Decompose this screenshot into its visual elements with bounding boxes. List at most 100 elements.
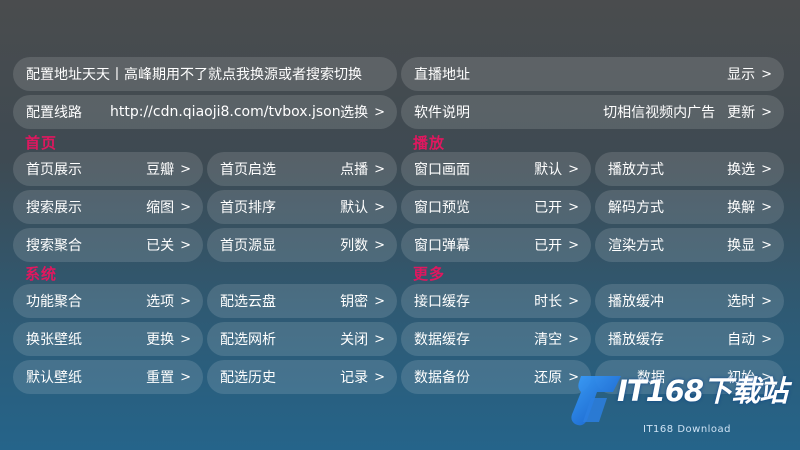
default-wallpaper-label: 默认壁纸 [26, 370, 82, 386]
section-home-title: 首页 [25, 134, 58, 152]
decode-mode-row[interactable]: 解码方式 换解 > [595, 190, 784, 224]
chevron-right-icon: > [180, 199, 191, 215]
play-cache-value: 自动 [727, 332, 756, 348]
home-display-label: 首页展示 [26, 162, 82, 178]
window-screen-value: 默认 [534, 162, 563, 178]
chevron-right-icon: > [761, 199, 772, 215]
watermark-sub: IT168 Download [643, 424, 732, 435]
change-wallpaper-row[interactable]: 换张壁纸 更换 > [13, 322, 203, 356]
section-playback-title: 播放 [413, 134, 446, 152]
live-address-row[interactable]: 直播地址 显示 > [401, 57, 784, 91]
feature-aggregate-value: 选项 [146, 294, 175, 310]
data-cache-label: 数据缓存 [414, 332, 470, 348]
feature-aggregate-label: 功能聚合 [26, 294, 82, 310]
chevron-right-icon: > [761, 104, 772, 120]
search-aggregate-label: 搜索聚合 [26, 238, 82, 254]
net-parse-row[interactable]: 配选网析 关闭 > [207, 322, 397, 356]
config-address-row[interactable]: 配置地址天天丨高峰期用不了就点我换源或者搜索切换 [13, 57, 397, 91]
play-cache-label: 播放缓存 [608, 332, 664, 348]
chevron-right-icon: > [374, 161, 385, 177]
chevron-right-icon: > [180, 293, 191, 309]
home-display-row[interactable]: 首页展示 豆瓣 > [13, 152, 203, 186]
play-mode-label: 播放方式 [608, 162, 664, 178]
decode-mode-label: 解码方式 [608, 200, 664, 216]
play-buffer-row[interactable]: 播放缓冲 选时 > [595, 284, 784, 318]
config-history-row[interactable]: 配选历史 记录 > [207, 360, 397, 394]
home-sort-label: 首页排序 [220, 200, 276, 216]
home-start-value: 点播 [340, 162, 369, 178]
chevron-right-icon: > [180, 237, 191, 253]
software-info-row[interactable]: 软件说明 切相信视频内广告 更新 > [401, 95, 784, 129]
play-buffer-label: 播放缓冲 [608, 294, 664, 310]
home-start-label: 首页启选 [220, 162, 276, 178]
chevron-right-icon: > [180, 161, 191, 177]
search-aggregate-value: 已关 [146, 238, 175, 254]
window-danmaku-label: 窗口弹幕 [414, 238, 470, 254]
feature-aggregate-row[interactable]: 功能聚合 选项 > [13, 284, 203, 318]
chevron-right-icon: > [761, 237, 772, 253]
data-backup-row[interactable]: 数据备份 还原 > [401, 360, 591, 394]
config-address-label: 配置地址天天丨高峰期用不了就点我换源或者搜索切换 [26, 67, 362, 83]
section-system-title: 系统 [25, 265, 58, 283]
chevron-right-icon: > [761, 161, 772, 177]
watermark: IT168下载站 IT168 Download [567, 366, 797, 442]
live-address-label: 直播地址 [414, 67, 470, 83]
window-preview-value: 已开 [534, 200, 563, 216]
window-screen-label: 窗口画面 [414, 162, 470, 178]
config-line-label: 配置线路 [26, 105, 82, 121]
home-sort-row[interactable]: 首页排序 默认 > [207, 190, 397, 224]
search-aggregate-row[interactable]: 搜索聚合 已关 > [13, 228, 203, 262]
chevron-right-icon: > [761, 66, 772, 82]
change-wallpaper-label: 换张壁纸 [26, 332, 82, 348]
decode-mode-value: 换解 [727, 200, 756, 216]
chevron-right-icon: > [568, 331, 579, 347]
config-history-value: 记录 [340, 370, 369, 386]
software-info-value: 更新 [727, 105, 756, 121]
home-display-value: 豆瓣 [146, 162, 175, 178]
config-line-row[interactable]: 配置线路 http://cdn.qiaoji8.com/tvbox.json 选… [13, 95, 397, 129]
window-screen-row[interactable]: 窗口画面 默认 > [401, 152, 591, 186]
search-display-label: 搜索展示 [26, 200, 82, 216]
chevron-right-icon: > [568, 293, 579, 309]
play-buffer-value: 选时 [727, 294, 756, 310]
home-source-value: 列数 [340, 238, 369, 254]
change-wallpaper-value: 更换 [146, 332, 175, 348]
software-info-label: 软件说明 [414, 105, 470, 121]
home-start-row[interactable]: 首页启选 点播 > [207, 152, 397, 186]
cloud-drive-value: 钥密 [340, 294, 369, 310]
search-display-value: 缩图 [146, 200, 175, 216]
window-preview-row[interactable]: 窗口预览 已开 > [401, 190, 591, 224]
window-danmaku-value: 已开 [534, 238, 563, 254]
play-mode-row[interactable]: 播放方式 换选 > [595, 152, 784, 186]
chevron-right-icon: > [761, 331, 772, 347]
data-cache-value: 清空 [534, 332, 563, 348]
chevron-right-icon: > [374, 199, 385, 215]
config-line-value: 选换 [340, 105, 369, 121]
cloud-drive-row[interactable]: 配选云盘 钥密 > [207, 284, 397, 318]
cloud-drive-label: 配选云盘 [220, 294, 276, 310]
chevron-right-icon: > [568, 199, 579, 215]
data-backup-value: 还原 [534, 370, 563, 386]
api-cache-value: 时长 [534, 294, 563, 310]
api-cache-label: 接口缓存 [414, 294, 470, 310]
render-mode-row[interactable]: 渲染方式 换显 > [595, 228, 784, 262]
section-more-title: 更多 [413, 265, 446, 283]
default-wallpaper-row[interactable]: 默认壁纸 重置 > [13, 360, 203, 394]
render-mode-value: 换显 [727, 238, 756, 254]
chevron-right-icon: > [180, 369, 191, 385]
play-cache-row[interactable]: 播放缓存 自动 > [595, 322, 784, 356]
default-wallpaper-value: 重置 [146, 370, 175, 386]
config-line-url: http://cdn.qiaoji8.com/tvbox.json [110, 104, 341, 120]
home-source-row[interactable]: 首页源显 列数 > [207, 228, 397, 262]
chevron-right-icon: > [374, 293, 385, 309]
chevron-right-icon: > [374, 237, 385, 253]
render-mode-label: 渲染方式 [608, 238, 664, 254]
api-cache-row[interactable]: 接口缓存 时长 > [401, 284, 591, 318]
search-display-row[interactable]: 搜索展示 缩图 > [13, 190, 203, 224]
data-cache-row[interactable]: 数据缓存 清空 > [401, 322, 591, 356]
chevron-right-icon: > [180, 331, 191, 347]
play-mode-value: 换选 [727, 162, 756, 178]
window-danmaku-row[interactable]: 窗口弹幕 已开 > [401, 228, 591, 262]
config-history-label: 配选历史 [220, 370, 276, 386]
chevron-right-icon: > [761, 293, 772, 309]
